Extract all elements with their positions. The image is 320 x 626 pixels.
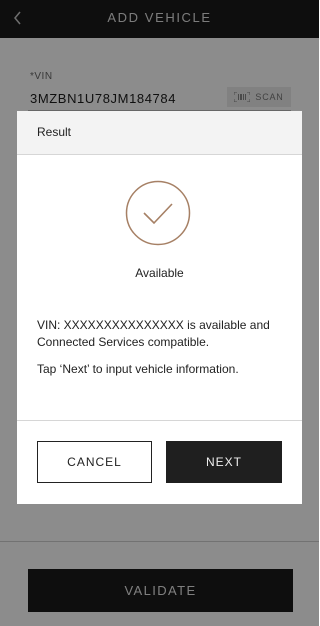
check-circle-icon: [125, 180, 191, 246]
result-dialog: Result Available VIN: XXXXXXXXXXXXXXX is…: [17, 111, 302, 504]
dialog-title: Result: [37, 125, 72, 139]
next-hint: Tap ‘Next’ to input vehicle information.: [37, 362, 239, 376]
result-message: VIN: XXXXXXXXXXXXXXX is available and Co…: [37, 317, 287, 378]
availability-message: VIN: XXXXXXXXXXXXXXX is available and Co…: [37, 318, 270, 349]
dialog-divider: [17, 420, 302, 421]
dialog-header: Result: [17, 111, 302, 155]
next-button[interactable]: NEXT: [166, 441, 282, 483]
cancel-button[interactable]: CANCEL: [37, 441, 152, 483]
status-label: Available: [135, 266, 184, 280]
